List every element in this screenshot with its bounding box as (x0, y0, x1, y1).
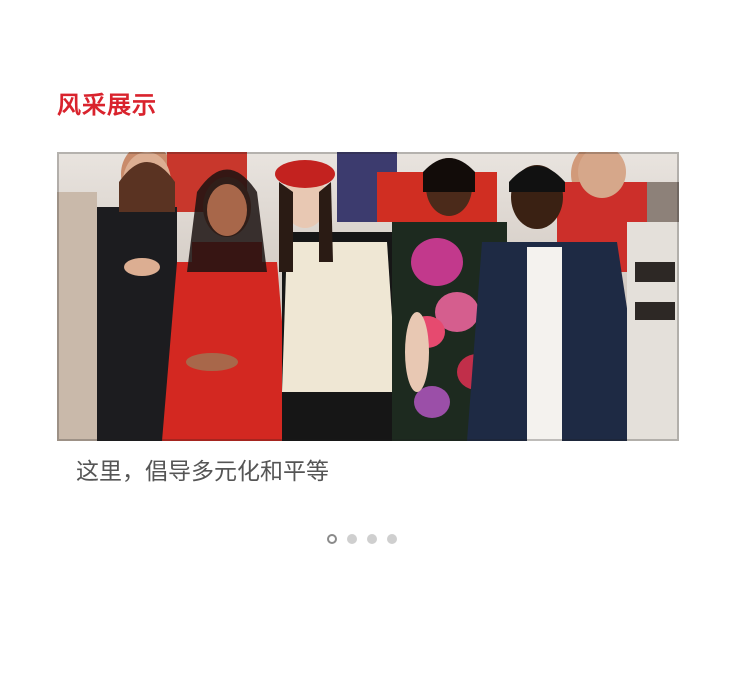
slide-caption: 这里，倡导多元化和平等 (76, 459, 329, 485)
carousel-slide-image[interactable] (57, 152, 679, 441)
pagination-dot-1[interactable] (327, 534, 337, 544)
group-photo (57, 152, 679, 441)
pagination-dot-3[interactable] (367, 534, 377, 544)
section-title: 风采展示 (57, 91, 157, 119)
pagination-dot-4[interactable] (387, 534, 397, 544)
carousel-pagination (327, 534, 397, 544)
pagination-dot-2[interactable] (347, 534, 357, 544)
